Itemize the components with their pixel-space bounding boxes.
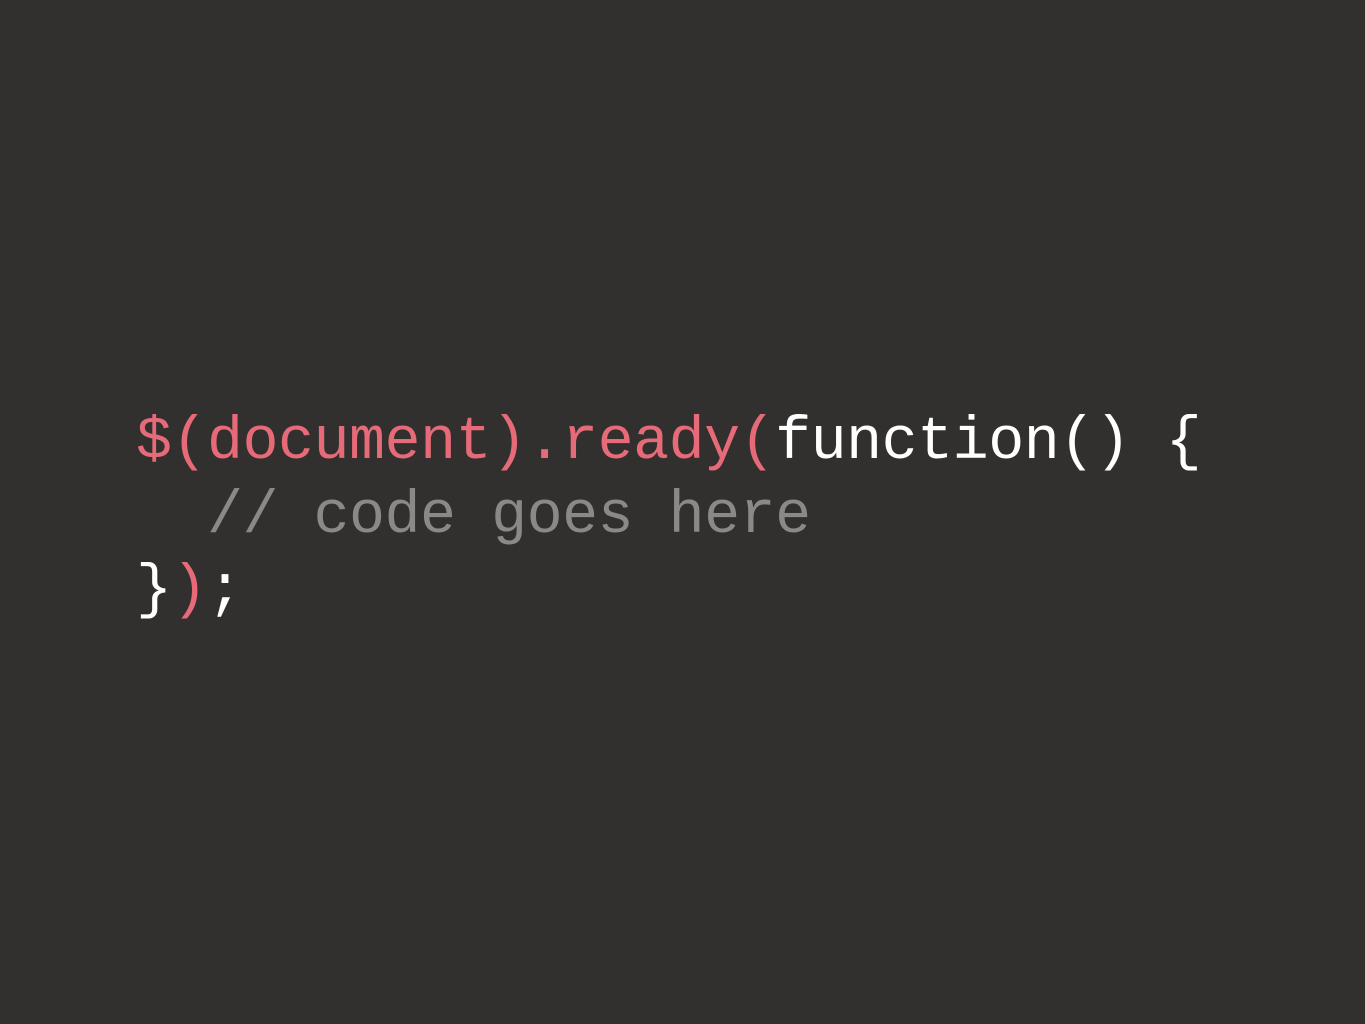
call-close-paren: ) — [171, 557, 208, 625]
semicolon: ; — [207, 557, 243, 625]
code-line-2: // code goes here — [136, 480, 1201, 554]
code-line-3: }); — [136, 554, 1201, 628]
code-comment: // code goes here — [207, 483, 811, 551]
function-params: () — [1059, 409, 1131, 477]
code-line-1: $(document).ready(function() { — [136, 406, 1202, 480]
close-brace: } — [136, 557, 172, 625]
jquery-dollar: $ — [136, 409, 172, 477]
close-paren: ) — [491, 409, 527, 477]
open-paren: ( — [171, 409, 208, 477]
code-snippet: $(document).ready(function() { // code g… — [136, 406, 1202, 628]
dot-operator: . — [526, 409, 563, 477]
call-open-paren: ( — [739, 409, 776, 477]
document-object: document — [207, 409, 492, 477]
ready-method: ready — [562, 409, 740, 477]
open-brace: { — [1130, 409, 1202, 477]
code-slide: $(document).ready(function() { // code g… — [0, 0, 1365, 1024]
function-keyword: function — [775, 409, 1060, 477]
